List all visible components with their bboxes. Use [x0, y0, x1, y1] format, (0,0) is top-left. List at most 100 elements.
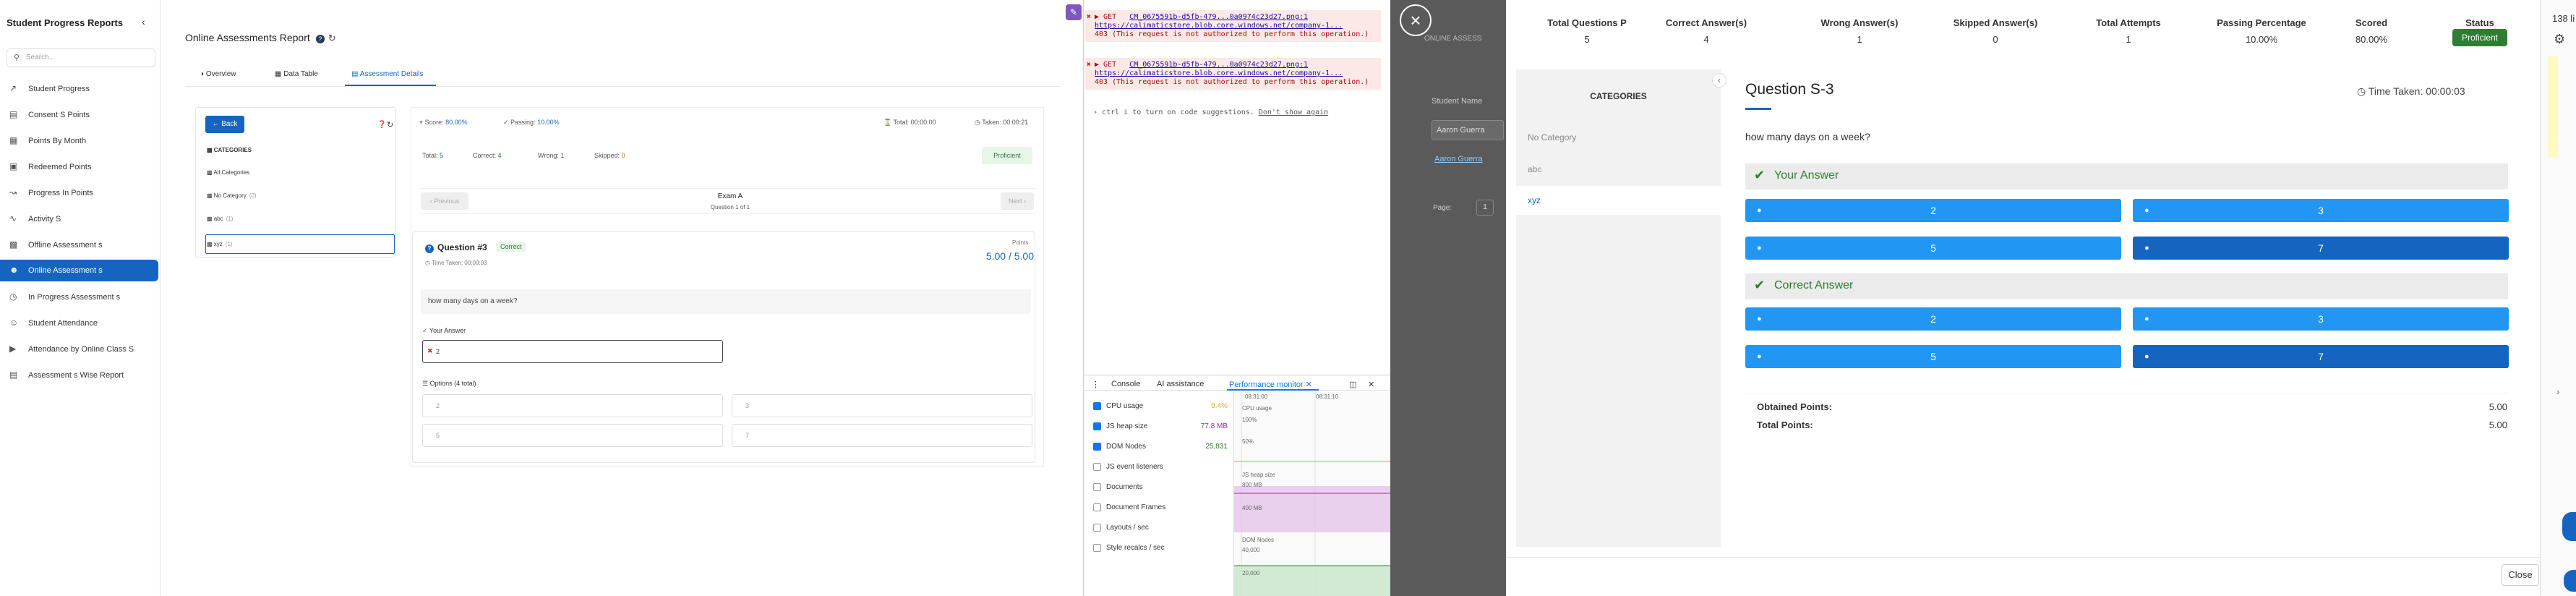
radio-icon: ●	[1757, 352, 1762, 361]
sidebar-item-student-progress[interactable]: ↗ Student Progress	[0, 78, 158, 100]
summary-wrong: Wrong: 1	[538, 152, 564, 159]
folder-icon: ▩	[207, 147, 214, 153]
checkbox[interactable]	[1093, 524, 1101, 532]
sidebar-item-consent-points[interactable]: ▤ Consent S Points	[0, 104, 158, 126]
summary-value: 4	[497, 152, 502, 159]
metric-cpu-usage[interactable]: CPU usage	[1093, 402, 1143, 410]
drawer-category-xyz[interactable]: xyz	[1528, 195, 1541, 205]
checkbox[interactable]	[1093, 463, 1101, 471]
metric-js-heap-size[interactable]: JS heap size	[1093, 422, 1147, 430]
folder-icon: ▩	[207, 169, 214, 176]
menu-icon[interactable]: ⋮	[1092, 380, 1100, 389]
category-abc[interactable]: ▩ abc (1)	[207, 216, 233, 222]
checkbox[interactable]	[1093, 503, 1101, 511]
edge-highlight	[2548, 56, 2558, 158]
category-count: (1)	[226, 216, 234, 222]
sidebar-item-online-assessments[interactable]: ☻ Online Assessment s	[0, 260, 158, 281]
stat-value: 1	[1857, 34, 1862, 45]
chat-button[interactable]	[2564, 570, 2576, 592]
refresh-icon[interactable]: ↻	[328, 33, 336, 43]
edit-icon[interactable]: ✎	[1066, 4, 1082, 20]
info-icon[interactable]: ?	[315, 35, 325, 43]
tab-assessment-details[interactable]: ▤ Assessment Details	[351, 70, 424, 78]
sidebar-item-activity[interactable]: ∿ Activity S	[0, 208, 158, 230]
metric-js-event-listeners[interactable]: JS event listeners	[1093, 463, 1163, 471]
option-item: 7	[732, 424, 1032, 447]
option-item: 2	[422, 394, 723, 417]
checkbox[interactable]	[1093, 422, 1101, 430]
radio-icon: ●	[2144, 206, 2149, 215]
category-no-category[interactable]: ▩ No Category (0)	[207, 192, 256, 199]
tab-console[interactable]: Console	[1111, 380, 1140, 388]
close-button[interactable]: Close	[2502, 564, 2539, 586]
sidebar-item-redeemed-points[interactable]: ▣ Redeemed Points	[0, 156, 158, 178]
search-placeholder: Search...	[26, 54, 56, 61]
back-button[interactable]: ← Back	[205, 116, 244, 133]
radio-icon: ●	[2144, 352, 2149, 361]
dont-show-again-link[interactable]: Don't show again	[1259, 108, 1328, 116]
drawer-time-taken: ◷ Time Taken: 00:00:03	[2357, 85, 2465, 98]
checkbox[interactable]	[1093, 443, 1101, 451]
metric-dom-nodes[interactable]: DOM Nodes	[1093, 443, 1146, 451]
console-error: ✖ ▶ GET CM_0675591b-d5fb-479...0a0974c23…	[1084, 58, 1381, 90]
video-icon: ▶	[9, 344, 17, 354]
check-icon: ✔	[1754, 168, 1766, 182]
error-source-link[interactable]: CM_0675591b-d5fb-479...0a0974c23d27.png:…	[1129, 13, 1308, 21]
sidebar-item-student-attendance[interactable]: ☺ Student Attendance	[0, 312, 158, 334]
close-tab-icon[interactable]: ✕	[1304, 380, 1312, 389]
tab-data-table[interactable]: ▦ Data Table	[275, 70, 318, 78]
your-answer-value: 2	[436, 348, 440, 355]
sidebar-item-offline-assessments[interactable]: ▩ Offline Assessment s	[0, 234, 158, 256]
next-button[interactable]: Next ›	[1001, 192, 1034, 210]
collapse-categories-icon[interactable]: ‹	[1712, 73, 1726, 88]
gift-icon: ▣	[9, 161, 18, 171]
error-source-link[interactable]: CM_0675591b-d5fb-479...0a0974c23d27.png:…	[1129, 61, 1308, 69]
sidebar-item-assessments-wise-report[interactable]: ▤ Assessment s Wise Report	[0, 365, 158, 386]
collapse-sidebar-icon[interactable]: ‹	[142, 16, 145, 27]
checkbox[interactable]	[1093, 483, 1101, 491]
summary-value: 5	[440, 152, 444, 159]
close-drawer-icon[interactable]: ✕	[1368, 380, 1374, 389]
metric-document-frames[interactable]: Document Frames	[1093, 503, 1165, 511]
next-label: Next	[1008, 197, 1022, 205]
error-url[interactable]: https://calimaticstore.blob.core.windows…	[1095, 22, 1381, 30]
sidebar-item-label: Activity S	[28, 215, 61, 224]
sidebar-item-in-progress-assessments[interactable]: ◷ In Progress Assessment s	[0, 286, 158, 308]
error-url[interactable]: https://calimaticstore.blob.core.windows…	[1095, 69, 1381, 78]
sidebar-item-points-by-month[interactable]: ▦ Points By Month	[0, 130, 158, 152]
help-icon[interactable]: ❓	[377, 121, 386, 129]
option-value: 5	[1930, 242, 1936, 254]
refresh-icon[interactable]: ↻	[387, 120, 393, 129]
check-icon: ✓	[422, 327, 429, 334]
checkbox[interactable]	[1093, 544, 1101, 552]
close-modal-icon[interactable]: ×	[1400, 4, 1432, 36]
category-count: (0)	[249, 192, 257, 199]
tab-ai-assistance[interactable]: AI assistance	[1157, 380, 1204, 388]
tab-performance-monitor[interactable]: Performance monitor ✕	[1229, 380, 1312, 389]
chevron-right-icon[interactable]: ›	[2556, 386, 2559, 397]
dock-icon[interactable]: ◫	[1349, 380, 1356, 389]
graph-heap-label: JS heap size	[1242, 472, 1275, 478]
drawer-category-no-category[interactable]: No Category	[1528, 132, 1576, 142]
console-error-request: ▶ GET CM_0675591b-d5fb-479...0a0974c23d2…	[1095, 13, 1381, 22]
floating-action-button[interactable]	[2562, 512, 2576, 541]
sidebar-item-progress-in-points[interactable]: ↝ Progress In Points	[0, 182, 158, 204]
error-method: ▶ GET	[1095, 13, 1117, 21]
metric-style-recalcs[interactable]: Style recalcs / sec	[1093, 544, 1165, 552]
category-all[interactable]: ▩ All Categories	[207, 169, 249, 176]
drawer-category-abc[interactable]: abc	[1528, 164, 1541, 174]
summary-label: Wrong:	[538, 152, 559, 159]
category-xyz[interactable]: ▩ xyz (1)	[207, 241, 233, 247]
previous-button[interactable]: ‹ Previous	[421, 192, 468, 210]
sidebar-search-input[interactable]: ⚲ Search...	[7, 48, 155, 67]
metric-layouts-per-sec[interactable]: Layouts / sec	[1093, 524, 1149, 532]
clock-icon: ◷	[425, 260, 432, 266]
correct-answer-section-header: ✔ Correct Answer	[1745, 273, 2508, 299]
metric-documents[interactable]: Documents	[1093, 483, 1143, 491]
checkbox[interactable]	[1093, 402, 1101, 410]
gear-icon[interactable]: ⚙	[2554, 32, 2565, 47]
tab-overview[interactable]: ◑ Overview	[200, 70, 236, 78]
question-title: ? Question #3	[425, 242, 487, 253]
list-icon: ☰	[422, 380, 430, 387]
sidebar-item-attendance-online-class[interactable]: ▶ Attendance by Online Class S	[0, 339, 158, 360]
